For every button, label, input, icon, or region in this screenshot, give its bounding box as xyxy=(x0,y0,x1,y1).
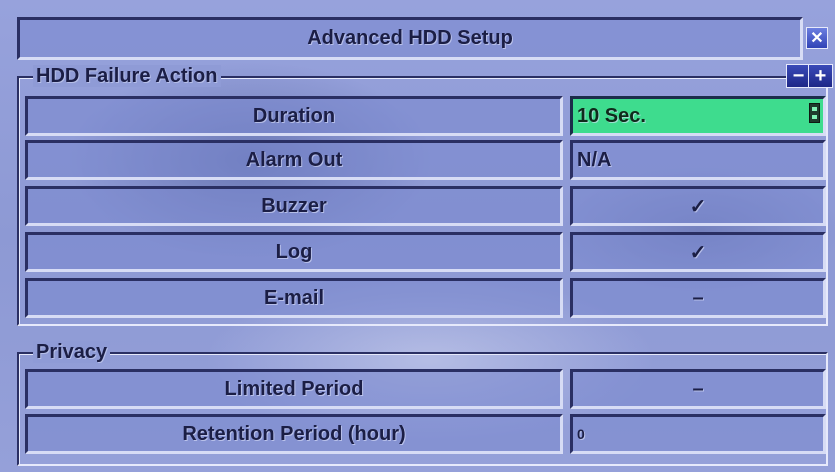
buzzer-label: Buzzer xyxy=(261,194,327,217)
checkmark-icon: ✓ xyxy=(689,241,707,264)
email-label: E-mail xyxy=(263,286,325,309)
checkmark-icon: ✓ xyxy=(689,195,707,218)
advanced-hdd-setup-window: Advanced HDD Setup ✕ HDD Failure Action … xyxy=(0,0,835,472)
duration-select[interactable]: 10 Sec. xyxy=(570,96,826,136)
alarm-out-field[interactable]: N/A xyxy=(570,140,826,180)
limited-period-label-box: Limited Period xyxy=(25,369,563,409)
plus-button[interactable]: + xyxy=(808,64,833,88)
dash-icon: – xyxy=(692,286,704,309)
title-bar: Advanced HDD Setup xyxy=(17,17,803,60)
limited-period-toggle[interactable]: – xyxy=(570,369,826,409)
minus-icon: − xyxy=(792,65,805,87)
duration-value: 10 Sec. xyxy=(577,104,646,127)
retention-period-input[interactable]: 0 xyxy=(570,414,826,454)
email-label-box: E-mail xyxy=(25,278,563,318)
close-icon[interactable]: ✕ xyxy=(806,27,828,49)
email-toggle[interactable]: – xyxy=(570,278,826,318)
retention-period-label: Retention Period (hour) xyxy=(182,422,406,445)
hdd-failure-action-legend: HDD Failure Action xyxy=(33,65,221,87)
log-label: Log xyxy=(275,240,313,263)
plus-icon: + xyxy=(814,65,827,87)
duration-label: Duration xyxy=(252,104,336,127)
retention-period-label-box: Retention Period (hour) xyxy=(25,414,563,454)
buzzer-toggle[interactable]: ✓ xyxy=(570,186,826,226)
alarm-out-label-box: Alarm Out xyxy=(25,140,563,180)
limited-period-label: Limited Period xyxy=(224,377,364,400)
buzzer-label-box: Buzzer xyxy=(25,186,563,226)
alarm-out-value: N/A xyxy=(577,148,612,171)
spinner-icon[interactable] xyxy=(809,103,820,123)
log-label-box: Log xyxy=(25,232,563,272)
privacy-legend: Privacy xyxy=(33,341,111,363)
log-toggle[interactable]: ✓ xyxy=(570,232,826,272)
dash-icon: – xyxy=(692,377,704,400)
retention-period-value: 0 xyxy=(577,426,585,442)
alarm-out-label: Alarm Out xyxy=(245,148,343,171)
duration-label-box: Duration xyxy=(25,96,563,136)
window-title: Advanced HDD Setup xyxy=(307,27,513,49)
